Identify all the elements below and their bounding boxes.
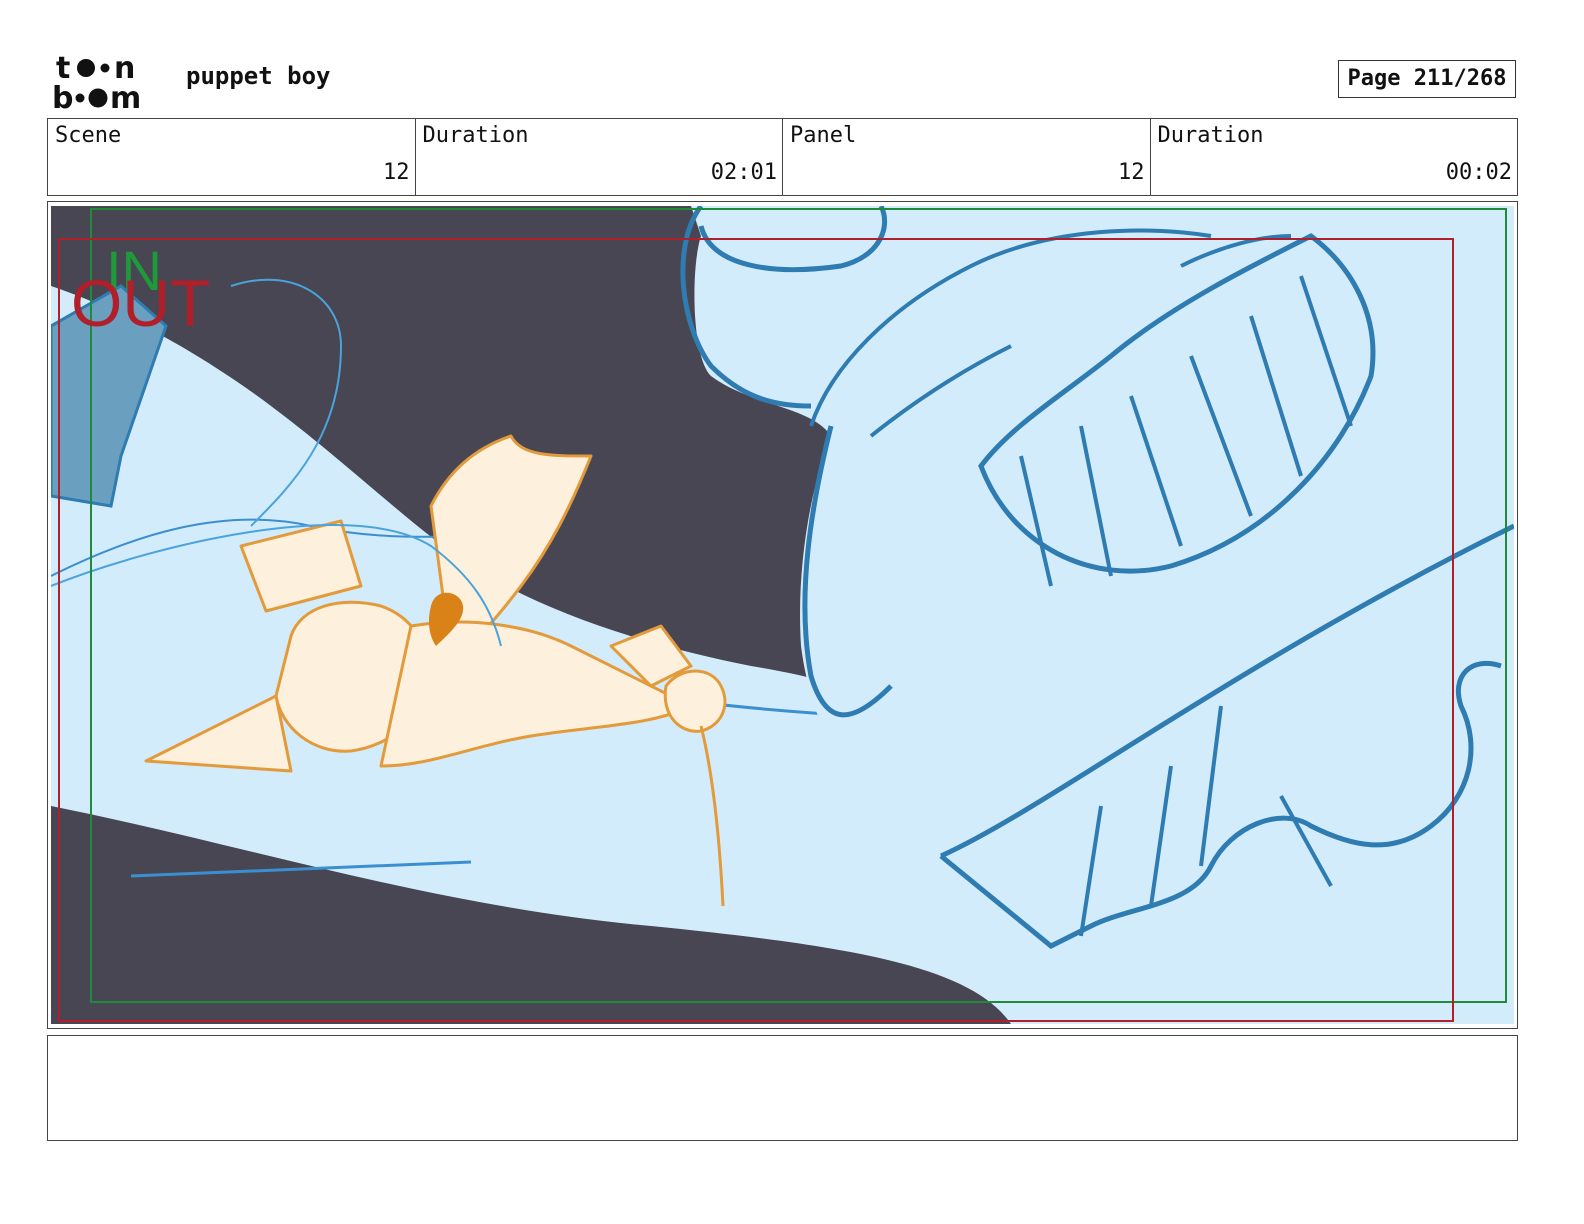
storyboard-panel-image: IN OUT — [51, 206, 1514, 1024]
page-indicator: Page 211/268 — [1338, 60, 1516, 98]
project-title: puppet boy — [186, 62, 331, 90]
scene-duration-cell: Duration 02:01 — [416, 119, 783, 195]
panel-duration-label: Duration — [1157, 123, 1264, 148]
panel-info-bar: Scene 12 Duration 02:01 Panel 12 Duratio… — [47, 118, 1518, 196]
panel-notes-box[interactable] — [47, 1035, 1518, 1141]
scene-duration-value: 02:01 — [710, 160, 777, 185]
panel-duration-cell: Duration 00:02 — [1151, 119, 1518, 195]
scene-value: 12 — [383, 160, 410, 185]
scene-duration-label: Duration — [422, 123, 529, 148]
out-label: OUT — [71, 266, 210, 340]
scene-cell: Scene 12 — [48, 119, 416, 195]
panel-duration-value: 00:02 — [1445, 160, 1512, 185]
panel-label: Panel — [790, 123, 857, 148]
svg-text:m: m — [110, 81, 141, 112]
scene-label: Scene — [55, 123, 122, 148]
toonboom-logo: t n b m — [52, 50, 164, 112]
panel-value: 12 — [1118, 160, 1145, 185]
svg-text:b: b — [52, 81, 73, 112]
panel-cell: Panel 12 — [783, 119, 1151, 195]
